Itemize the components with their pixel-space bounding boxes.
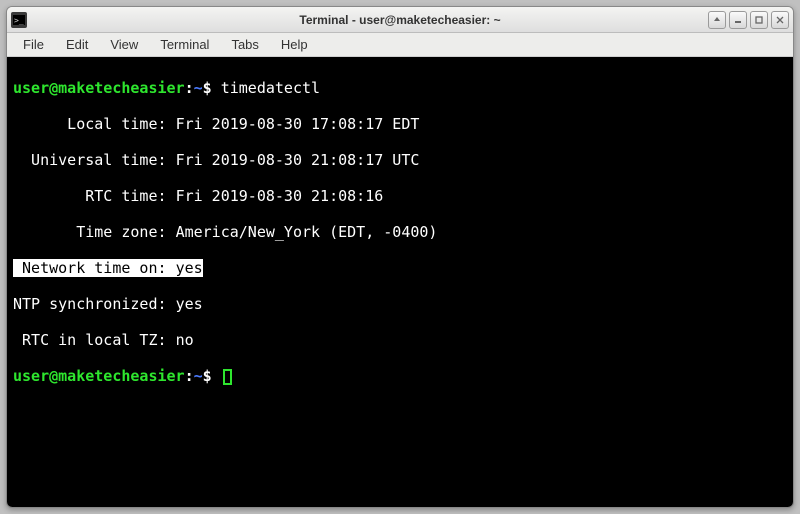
prompt-path: ~ xyxy=(194,79,203,97)
prompt-line-2: user@maketecheasier:~$ xyxy=(13,367,787,385)
command-text: timedatectl xyxy=(221,79,320,97)
prompt-user-host: user@maketecheasier xyxy=(13,79,185,97)
menu-view[interactable]: View xyxy=(100,34,148,55)
terminal-app-icon: >_ xyxy=(11,12,27,28)
output-ntp-sync: NTP synchronized: yes xyxy=(13,295,787,313)
menu-terminal[interactable]: Terminal xyxy=(150,34,219,55)
close-button[interactable] xyxy=(771,11,789,29)
cursor xyxy=(223,369,232,385)
prompt-symbol: $ xyxy=(203,79,212,97)
output-rtc-time: RTC time: Fri 2019-08-30 21:08:16 xyxy=(13,187,787,205)
menubar: File Edit View Terminal Tabs Help xyxy=(7,33,793,57)
menu-edit[interactable]: Edit xyxy=(56,34,98,55)
maximize-button[interactable] xyxy=(750,11,768,29)
menu-help[interactable]: Help xyxy=(271,34,318,55)
output-local-time: Local time: Fri 2019-08-30 17:08:17 EDT xyxy=(13,115,787,133)
svg-text:>_: >_ xyxy=(14,16,24,25)
terminal-window: >_ Terminal - user@maketecheasier: ~ Fil… xyxy=(6,6,794,508)
output-rtc-local: RTC in local TZ: no xyxy=(13,331,787,349)
minimize-button[interactable] xyxy=(729,11,747,29)
window-controls xyxy=(708,11,789,29)
output-time-zone: Time zone: America/New_York (EDT, -0400) xyxy=(13,223,787,241)
terminal-viewport[interactable]: user@maketecheasier:~$ timedatectl Local… xyxy=(7,57,793,507)
keep-above-button[interactable] xyxy=(708,11,726,29)
output-universal-time: Universal time: Fri 2019-08-30 21:08:17 … xyxy=(13,151,787,169)
titlebar[interactable]: >_ Terminal - user@maketecheasier: ~ xyxy=(7,7,793,33)
prompt-line: user@maketecheasier:~$ timedatectl xyxy=(13,79,787,97)
window-title: Terminal - user@maketecheasier: ~ xyxy=(7,13,793,27)
menu-tabs[interactable]: Tabs xyxy=(221,34,268,55)
menu-file[interactable]: File xyxy=(13,34,54,55)
output-network-time: Network time on: yes xyxy=(13,259,787,277)
